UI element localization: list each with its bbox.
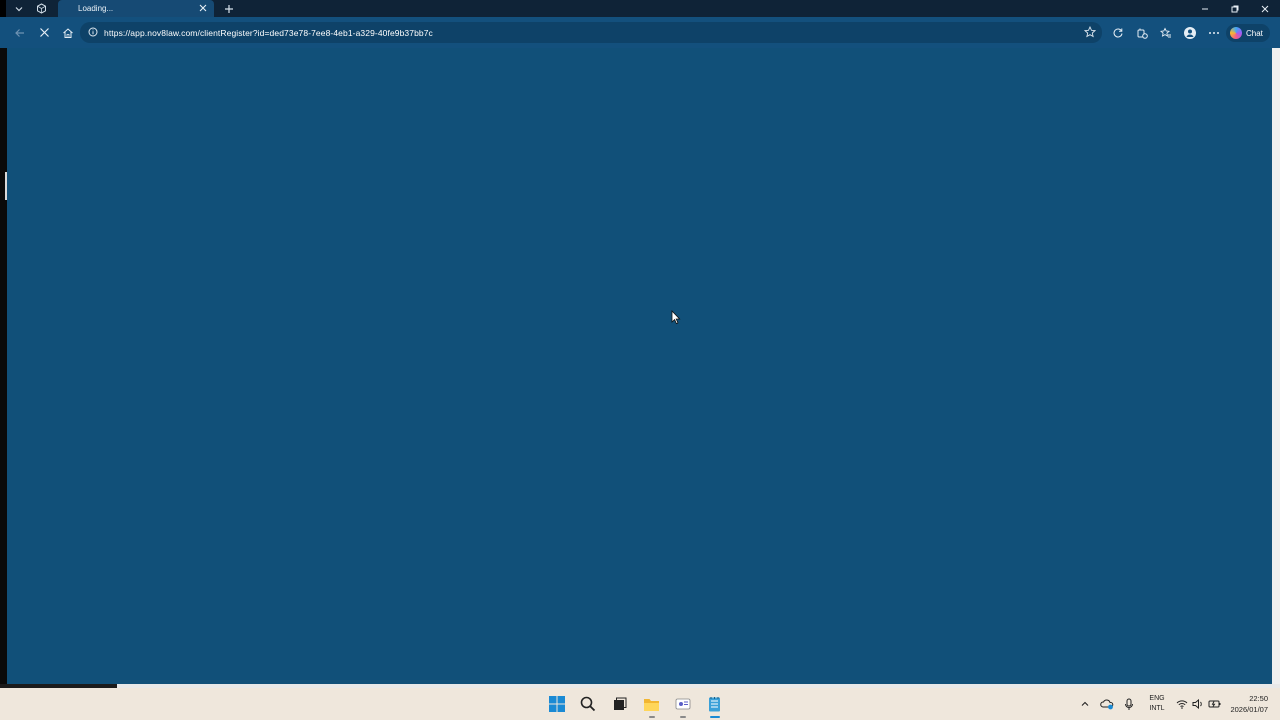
clock-date: 2026/01/07 [1230, 705, 1268, 714]
browser-toolbar: https://app.nov8law.com/clientRegister?i… [0, 17, 1280, 48]
workspaces-icon[interactable] [30, 0, 52, 17]
close-icon[interactable] [197, 2, 209, 14]
language-indicator[interactable]: ENG INTL [1144, 694, 1170, 714]
window-edge [0, 0, 6, 17]
plus-icon[interactable] [220, 0, 238, 17]
mouse-cursor-icon [671, 309, 681, 330]
clock-time: 22:50 [1249, 694, 1268, 703]
chevron-up-icon[interactable] [1074, 688, 1096, 720]
tab-strip: Loading... [0, 0, 1280, 17]
left-edge-strip [0, 48, 7, 684]
toolbar-actions [1106, 17, 1226, 48]
restore-icon[interactable] [1220, 0, 1250, 17]
windows-start-icon[interactable] [541, 688, 573, 720]
copilot-icon [1230, 27, 1242, 39]
more-icon[interactable] [1202, 17, 1226, 48]
language-line2: INTL [1149, 705, 1165, 712]
home-icon[interactable] [56, 17, 80, 48]
language-line1: ENG [1149, 695, 1165, 702]
copilot-chat-button[interactable]: Chat [1226, 24, 1270, 42]
active-indicator [709, 716, 720, 718]
taskbar: ENG INTL 22:50 2026/01/07 [0, 688, 1280, 720]
back-icon[interactable] [8, 17, 32, 48]
running-indicator [680, 716, 686, 718]
window-controls [1190, 0, 1280, 17]
tab-title: Loading... [78, 4, 114, 13]
tab-actions [8, 0, 52, 17]
microphone-icon[interactable] [1118, 688, 1140, 720]
battery-icon[interactable] [1206, 688, 1222, 720]
favorites-icon[interactable] [1154, 17, 1178, 48]
profile-icon[interactable] [1178, 17, 1202, 48]
minimize-icon[interactable] [1190, 0, 1220, 17]
onedrive-icon[interactable] [1096, 688, 1118, 720]
page-scrollbar[interactable] [1272, 48, 1280, 684]
notepad-icon[interactable] [699, 688, 731, 720]
chat-label: Chat [1246, 28, 1263, 38]
star-icon[interactable] [1082, 24, 1098, 40]
address-bar[interactable]: https://app.nov8law.com/clientRegister?i… [80, 22, 1102, 43]
volume-icon[interactable] [1190, 688, 1206, 720]
info-icon[interactable] [88, 24, 98, 42]
teams-icon[interactable] [667, 688, 699, 720]
running-indicator [648, 716, 655, 718]
page-content-loading [7, 48, 1272, 684]
chevron-down-icon[interactable] [8, 0, 30, 17]
wifi-icon[interactable] [1174, 688, 1190, 720]
file-explorer-icon[interactable] [636, 688, 668, 720]
task-view-icon[interactable] [604, 688, 636, 720]
system-clock[interactable]: 22:50 2026/01/07 [1230, 693, 1268, 715]
extensions-icon[interactable] [1130, 17, 1154, 48]
url-text[interactable]: https://app.nov8law.com/clientRegister?i… [104, 28, 433, 38]
search-icon[interactable] [573, 688, 605, 720]
stop-loading-icon[interactable] [32, 17, 56, 48]
refresh-icon[interactable] [1106, 17, 1130, 48]
taskbar-apps [541, 688, 730, 720]
tab-active[interactable]: Loading... [58, 0, 214, 17]
system-tray: ENG INTL [1074, 688, 1222, 720]
close-window-icon[interactable] [1250, 0, 1280, 17]
